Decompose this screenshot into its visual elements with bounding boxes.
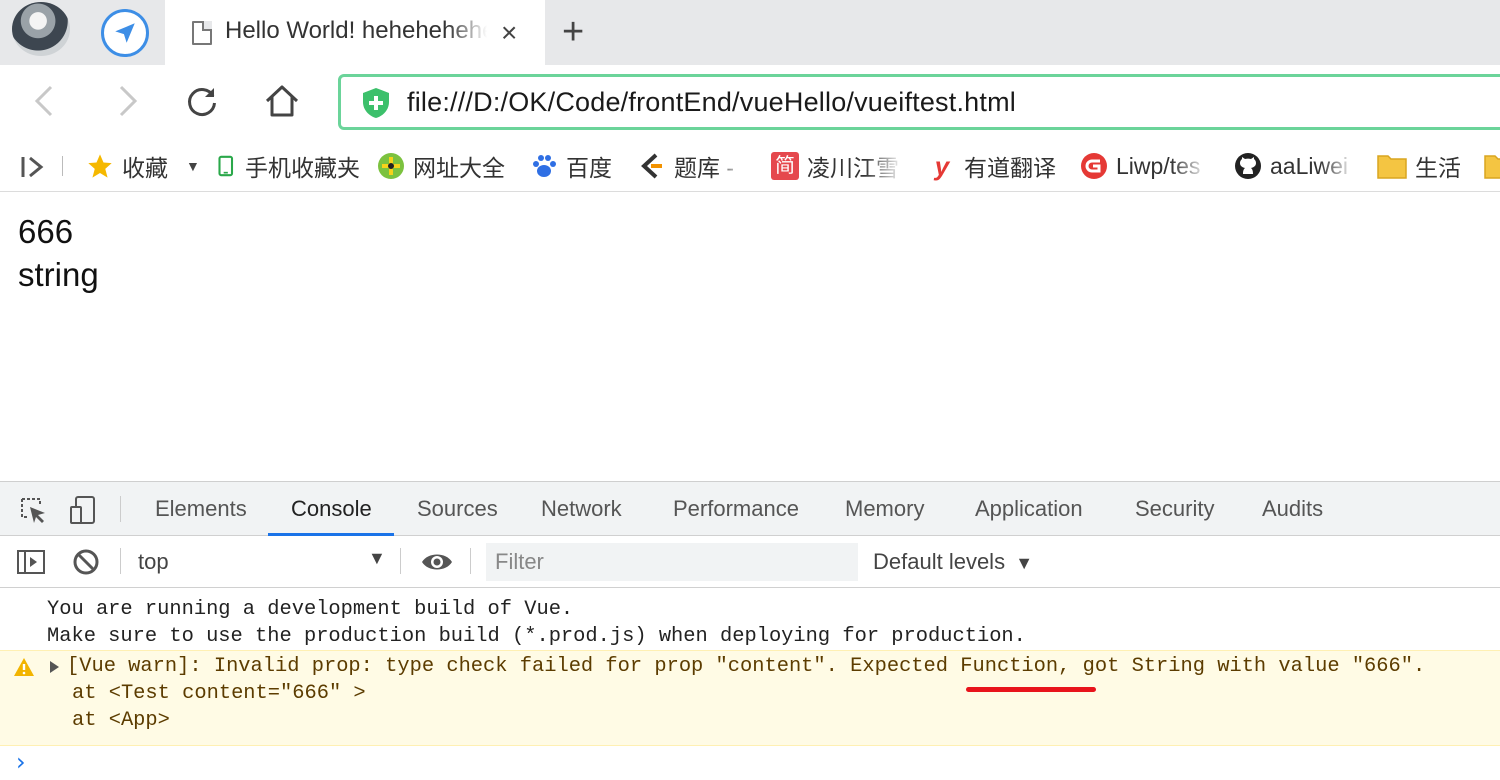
bookmark-item[interactable]: 生活: [1377, 150, 1461, 182]
bookmark-label: 收藏: [122, 155, 168, 181]
inspect-element-icon[interactable]: [18, 495, 48, 525]
url-text: file:///D:/OK/Code/frontEnd/vueHello/vue…: [407, 87, 1016, 117]
console-info-line: You are running a development build of V…: [47, 598, 574, 621]
bookmark-item[interactable]: 网址大全: [377, 150, 505, 182]
bookmarks-toggle-icon[interactable]: [20, 151, 46, 183]
tab-audits[interactable]: Audits: [1262, 496, 1323, 522]
console-warning: [Vue warn]: Invalid prop: type check fai…: [0, 650, 1500, 746]
bookmark-item[interactable]: aaLiwei: [1234, 150, 1354, 182]
output-value: 666: [18, 213, 74, 250]
chevron-logo-icon: [641, 153, 662, 179]
bookmarks-bar: 收藏 ▼ 手机收藏夹 网址大全 百度 题库 - 简 凌川江雪 y 有道翻译 Li…: [0, 140, 1500, 192]
compass-icon: [378, 153, 404, 179]
eye-icon[interactable]: [420, 547, 454, 577]
bookmark-label: 有道翻译: [964, 155, 1056, 181]
tab-memory[interactable]: Memory: [845, 496, 924, 522]
log-levels-label: Default levels: [873, 549, 1006, 574]
devtools-tab-bar: Elements Console Sources Network Perform…: [0, 482, 1500, 536]
log-levels-dropdown[interactable]: Default levels ▼: [873, 549, 1033, 575]
paw-icon: [533, 155, 556, 177]
secure-shield-icon: [363, 88, 389, 118]
chevron-down-icon[interactable]: ▼: [186, 158, 200, 174]
devtools-panel: Elements Console Sources Network Perform…: [0, 481, 1500, 780]
tab-security[interactable]: Security: [1135, 496, 1214, 522]
bookmark-item[interactable]: 简 凌川江雪: [771, 150, 903, 182]
folder-icon[interactable]: [1484, 153, 1500, 179]
tab-elements[interactable]: Elements: [155, 496, 247, 522]
bookmark-item[interactable]: 手机收藏夹: [217, 150, 360, 182]
divider: [120, 548, 121, 574]
tab-application[interactable]: Application: [975, 496, 1083, 522]
bookmark-label: 百度: [566, 155, 612, 181]
reload-button[interactable]: [180, 79, 224, 123]
bookmark-item[interactable]: 百度: [530, 150, 612, 182]
chevron-down-icon: ▼: [1015, 553, 1034, 573]
bookmark-label: 网址大全: [413, 155, 505, 181]
highlight-underline: [966, 687, 1096, 692]
bookmark-item[interactable]: 题库 -: [638, 150, 744, 182]
context-selector[interactable]: top: [138, 549, 169, 575]
clear-console-icon[interactable]: [71, 547, 101, 577]
bookmark-label: 题库 -: [674, 155, 735, 181]
address-bar[interactable]: file:///D:/OK/Code/frontEnd/vueHello/vue…: [338, 74, 1500, 130]
bookmark-item[interactable]: 收藏 ▼: [86, 150, 200, 182]
warning-trace-line: at <Test content="666" >: [72, 682, 366, 705]
phone-icon: [218, 155, 234, 177]
output-type: string: [18, 256, 99, 293]
divider: [400, 548, 401, 574]
home-button[interactable]: [260, 79, 304, 123]
bookmark-item[interactable]: y 有道翻译: [928, 150, 1056, 182]
warning-icon: [14, 658, 34, 676]
tab-console[interactable]: Console: [291, 496, 372, 522]
jian-logo-icon: 简: [771, 152, 799, 180]
navigation-extension-icon[interactable]: [101, 9, 149, 57]
folder-icon: [1377, 155, 1407, 179]
divider: [120, 496, 121, 522]
gitee-icon: [1081, 153, 1107, 179]
bookmark-label: 凌川江雪: [807, 155, 899, 181]
divider: [62, 156, 63, 176]
youdao-icon: y: [934, 151, 950, 181]
new-tab-button[interactable]: +: [562, 12, 584, 52]
github-icon: [1235, 153, 1261, 179]
device-toolbar-icon[interactable]: [68, 495, 98, 525]
sidebar-toggle-icon[interactable]: [16, 547, 46, 577]
page-icon: [192, 21, 212, 45]
warning-trace-line: at <App>: [72, 709, 170, 732]
forward-button[interactable]: [104, 79, 148, 123]
console-toolbar: top ▼ Default levels ▼: [0, 536, 1500, 588]
tab-title: Hello World! hehehehehe: [225, 17, 487, 44]
tab-strip: Hello World! hehehehehe × +: [0, 0, 1500, 65]
bookmark-item[interactable]: Liwp/tes: [1080, 150, 1208, 182]
bookmark-label: 生活: [1415, 155, 1461, 181]
tab-network[interactable]: Network: [541, 496, 622, 522]
browser-tab[interactable]: Hello World! hehehehehe ×: [165, 0, 545, 65]
warning-message: [Vue warn]: Invalid prop: type check fai…: [67, 655, 1426, 678]
tab-sources[interactable]: Sources: [417, 496, 498, 522]
console-info-line: Make sure to use the production build (*…: [47, 625, 1026, 648]
page-content: 666 string: [0, 193, 1500, 481]
expand-arrow-icon[interactable]: [50, 661, 59, 673]
bookmark-label: 手机收藏夹: [245, 155, 360, 181]
back-button[interactable]: [24, 79, 68, 123]
bookmark-label: aaLiwei: [1270, 152, 1348, 179]
bookmark-label: Liwp/tes: [1116, 152, 1201, 179]
divider: [470, 548, 471, 574]
filter-input[interactable]: [486, 543, 858, 581]
star-icon: [88, 154, 112, 178]
profile-avatar[interactable]: [12, 2, 70, 56]
chevron-down-icon[interactable]: ▼: [368, 548, 386, 569]
console-prompt-icon[interactable]: ›: [16, 748, 26, 776]
browser-toolbar: file:///D:/OK/Code/frontEnd/vueHello/vue…: [0, 65, 1500, 140]
tab-close-icon[interactable]: ×: [501, 17, 517, 49]
tab-performance[interactable]: Performance: [673, 496, 799, 522]
